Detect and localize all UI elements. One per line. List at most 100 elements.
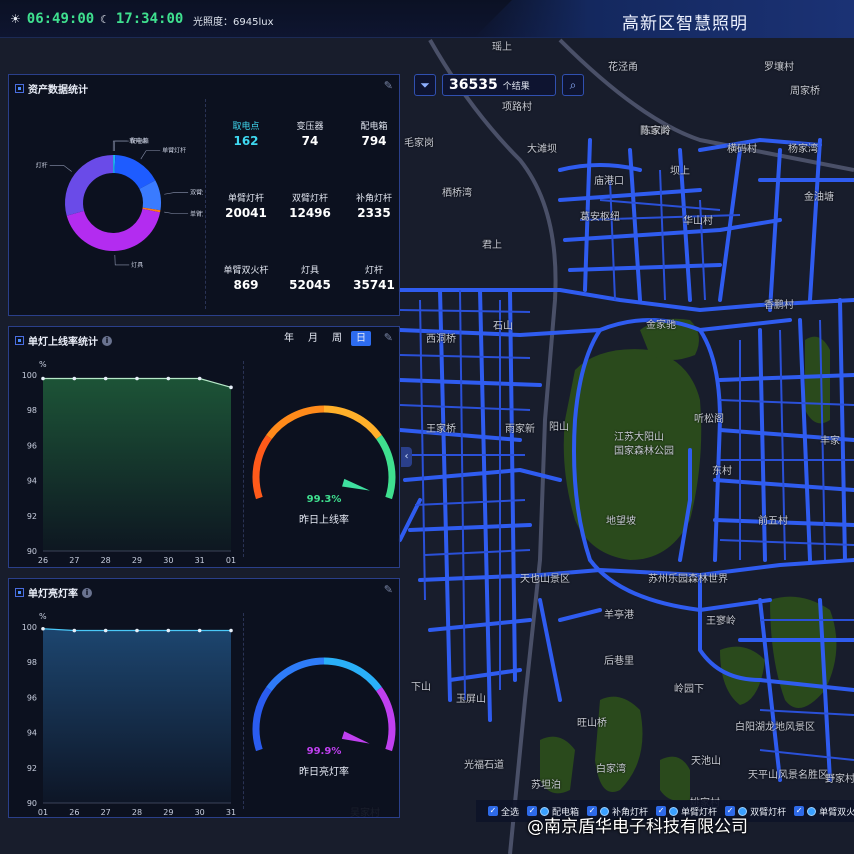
map-place-label: 下山 xyxy=(411,682,431,693)
edit-icon[interactable]: ✎ xyxy=(384,331,393,344)
gauge-arc-segment xyxy=(252,686,272,752)
tab-day[interactable]: 日 xyxy=(351,331,371,346)
stat-label: 变压器 xyxy=(296,122,324,132)
y-tick-label: 94 xyxy=(27,729,37,738)
edit-icon[interactable]: ✎ xyxy=(384,79,393,92)
map-place-label: 前五村 xyxy=(758,516,788,527)
gauge-needle xyxy=(342,478,371,491)
stat-label: 取电点 xyxy=(232,122,260,132)
data-point xyxy=(135,376,139,381)
asset-stat-item: 配电箱 794 xyxy=(339,119,409,148)
stat-label: 单臂双火杆 xyxy=(223,266,269,276)
donut-leader-line xyxy=(114,140,129,152)
y-tick-label: 92 xyxy=(27,764,37,773)
sunset-time: 17:34:00 xyxy=(115,11,184,27)
y-tick-label: 98 xyxy=(27,406,37,415)
online-rate-panel: 单灯上线率统计 i 年 月 周 日 ✎ % 100 98 96 94 92 90 26 27 28… xyxy=(8,326,400,568)
data-point xyxy=(135,628,139,633)
stat-label: 灯杆 xyxy=(364,266,383,276)
map-place-label: 天也山景区 xyxy=(520,574,570,585)
result-count: 36535 xyxy=(449,77,498,93)
panel-header: 资产数据统计 xyxy=(15,81,88,96)
moon-icon: ☾ xyxy=(100,12,110,26)
online-gauge-label: 昨日上线率 xyxy=(299,515,349,526)
map-place-label: 旺山桥 xyxy=(577,718,607,729)
map-place-label: 野家村 xyxy=(825,774,854,785)
gauge-arc-segment xyxy=(376,434,396,500)
stat-value: 162 xyxy=(233,134,259,148)
collapse-panel-button[interactable]: ‹ xyxy=(401,447,412,467)
donut-leader-line xyxy=(140,150,161,160)
map-place-label: 瑶上 xyxy=(492,42,512,53)
search-button[interactable]: ⌕ xyxy=(562,74,584,96)
donut-slice-label: 双臂灯杆 xyxy=(190,189,203,197)
sunset-time-group: ☾ 17:34:00 xyxy=(100,11,183,27)
map-place-label: 苏州乐园森林世界 xyxy=(648,574,728,585)
map-place-label: 西洞桥 xyxy=(426,334,456,345)
filter-button[interactable]: ⏷ xyxy=(414,74,436,96)
map-place-label: 地望坡 xyxy=(606,516,636,527)
edit-icon[interactable]: ✎ xyxy=(384,583,393,596)
tab-week[interactable]: 周 xyxy=(327,331,347,346)
lit-rate-panel: 单灯亮灯率 i ✎ % 100 98 96 94 92 90 01 26 27 28 29 30 31 9… xyxy=(8,578,400,818)
map-place-label: 项路村 xyxy=(502,102,532,113)
map-place-label: 花泾甬 xyxy=(608,62,638,73)
gauge-arc-segment xyxy=(323,405,382,440)
y-tick-label: 92 xyxy=(27,512,37,521)
gauge-needle xyxy=(341,731,370,744)
asset-stat-item: 取电点 162 xyxy=(211,119,281,148)
gauge-arc-segment xyxy=(376,686,396,752)
x-tick-label: 30 xyxy=(163,556,173,565)
lit-gauge-value: 99.9% xyxy=(306,746,342,757)
data-point xyxy=(197,376,202,381)
data-point xyxy=(41,626,45,631)
period-tabs: 年 月 周 日 xyxy=(279,331,371,346)
stat-value: 794 xyxy=(361,134,387,148)
x-tick-label: 30 xyxy=(195,808,205,817)
stat-value: 74 xyxy=(301,134,319,148)
x-tick-label: 29 xyxy=(132,556,142,565)
stat-value: 35741 xyxy=(353,278,395,292)
data-point xyxy=(229,385,233,390)
map-place-label: 天平山风景名胜区 xyxy=(748,770,828,781)
data-point xyxy=(103,376,108,381)
info-icon[interactable]: i xyxy=(82,587,92,598)
lux-reading: 光照度：6945lux xyxy=(193,17,274,28)
map-place-label: 罗壤村 xyxy=(764,62,794,73)
donut-slice-label: 单臂灯杆 xyxy=(162,147,186,155)
asset-stats-panel: 资产数据统计 ✎ 取电点 配电箱单臂灯杆双臂灯杆单臂双火杆 灯具灯杆 取电点 162 变… xyxy=(8,74,400,316)
donut-leader-line xyxy=(164,211,189,215)
stat-value: 20041 xyxy=(225,206,267,220)
map-place-label: 羊亭港 xyxy=(604,610,634,621)
stat-value: 12496 xyxy=(289,206,331,220)
tab-month[interactable]: 月 xyxy=(303,331,323,346)
donut-leader-line xyxy=(49,165,72,172)
gauge-arc-segment xyxy=(323,657,382,692)
y-tick-label: 90 xyxy=(27,547,37,556)
map-place-label: 葛安枢纽 xyxy=(580,212,620,223)
result-unit: 个结果 xyxy=(502,81,530,92)
area-fill xyxy=(43,378,231,551)
map-filter-bar: ⏷ 36535 个结果 ⌕ xyxy=(414,74,584,96)
map-place-label: 周家桥 xyxy=(790,86,820,97)
panel-marker-icon xyxy=(15,84,24,93)
info-icon[interactable]: i xyxy=(102,335,112,346)
lux-group: 光照度：6945lux xyxy=(193,13,273,28)
donut-slice-label: 灯具 xyxy=(131,261,143,269)
legend-select-all[interactable]: ✓ 全选 xyxy=(488,805,519,818)
gauge-arc-segment xyxy=(266,405,325,440)
panel-title: 资产数据统计 xyxy=(28,85,88,96)
map-place-label: 金油塘 xyxy=(804,192,834,203)
data-point xyxy=(166,376,171,381)
map-place-label: 华山村 xyxy=(683,216,713,227)
gauge-arc-segment xyxy=(266,657,325,692)
stat-label: 配电箱 xyxy=(360,122,388,132)
map-place-label: 王寥岭 xyxy=(706,616,736,627)
x-tick-label: 28 xyxy=(101,556,111,565)
legend-item[interactable]: ✓ 单臂双火杆 xyxy=(794,805,854,818)
map-place-label: 坝上 xyxy=(670,166,690,177)
tab-year[interactable]: 年 xyxy=(279,331,299,346)
y-tick-label: 96 xyxy=(27,693,37,702)
y-tick-label: 96 xyxy=(27,441,37,450)
donut-slice xyxy=(66,208,161,252)
